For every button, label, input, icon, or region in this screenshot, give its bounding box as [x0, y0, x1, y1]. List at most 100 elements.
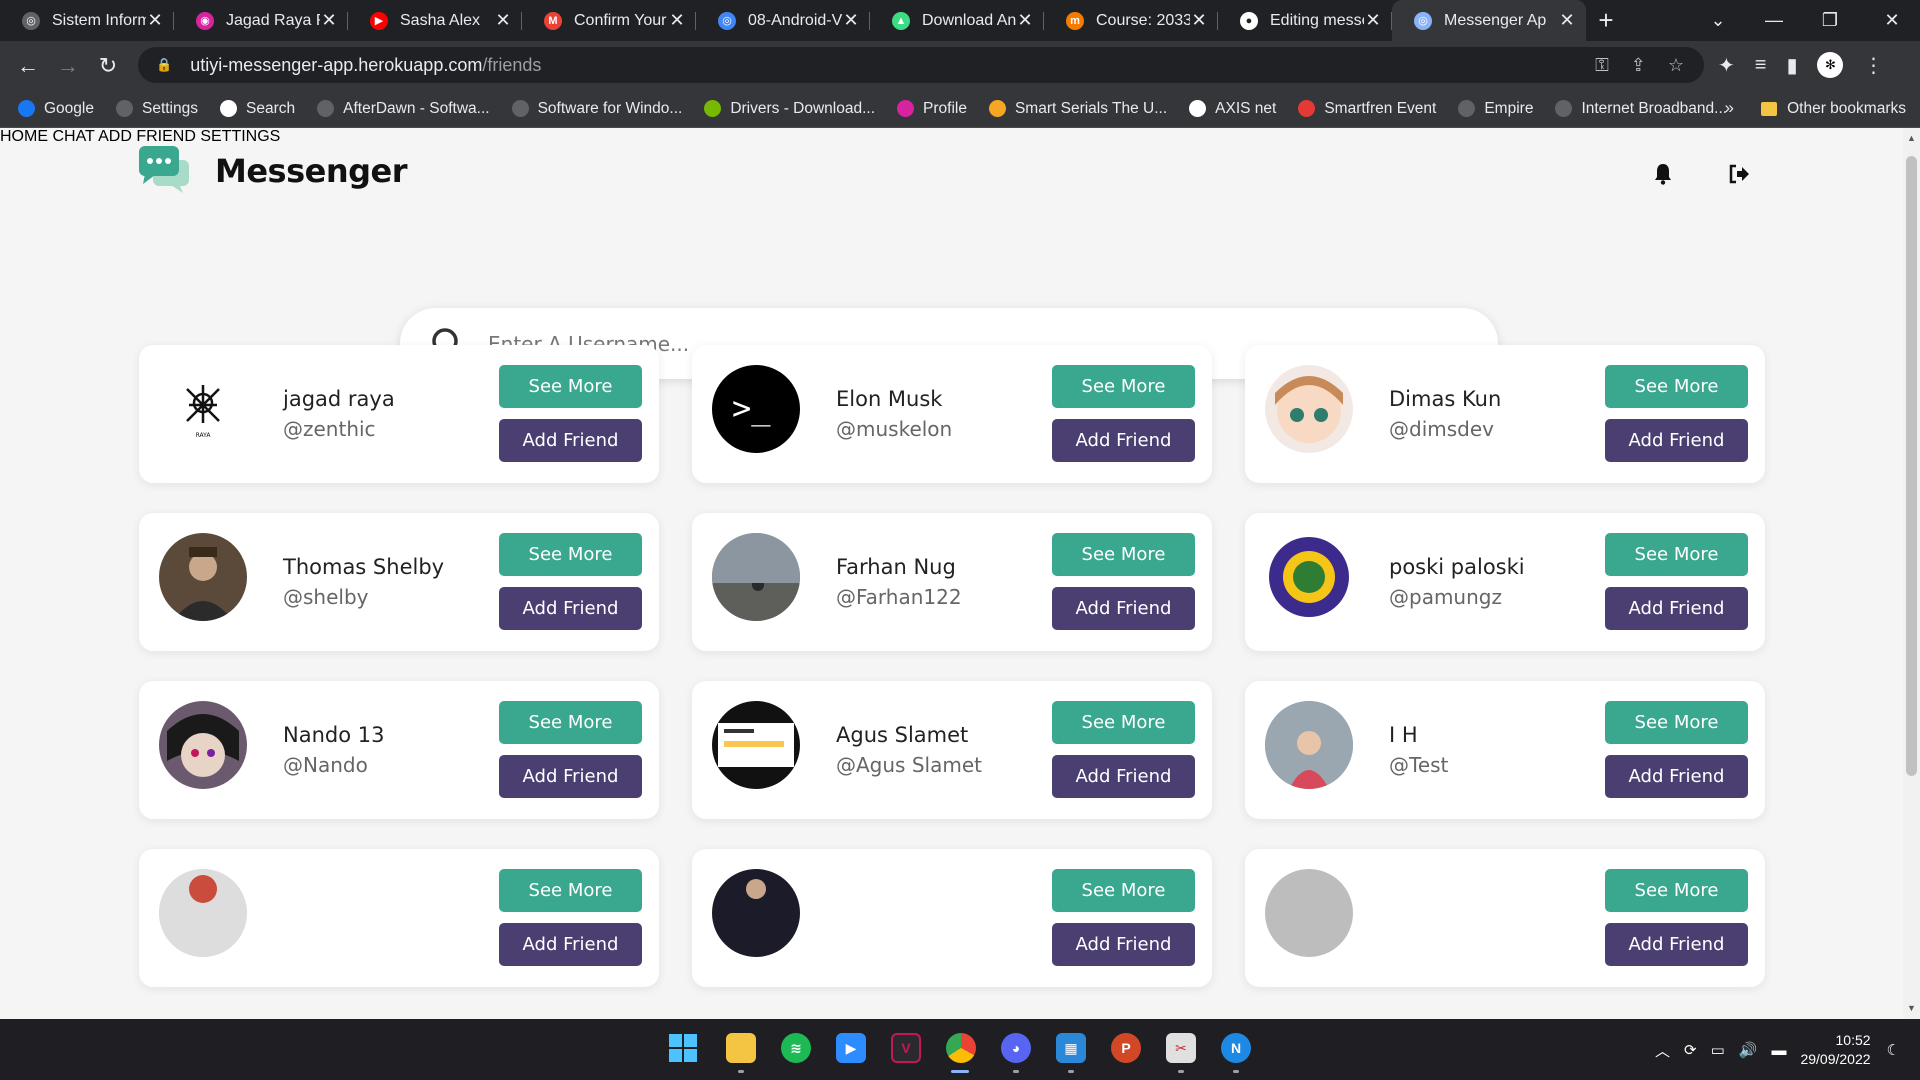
- add-friend-button[interactable]: Add Friend: [1052, 587, 1195, 630]
- bookmark-item[interactable]: Empire: [1458, 100, 1533, 118]
- windows-start-icon[interactable]: [668, 1033, 698, 1063]
- profile-avatar[interactable]: ✻: [1817, 52, 1844, 78]
- other-bookmarks[interactable]: Other bookmarks: [1761, 90, 1906, 128]
- tab-close-icon[interactable]: ✕: [1190, 10, 1208, 31]
- see-more-button[interactable]: See More: [1605, 701, 1748, 744]
- add-friend-button[interactable]: Add Friend: [499, 755, 642, 798]
- clock[interactable]: 10:52 29/09/2022: [1800, 1031, 1870, 1069]
- add-friend-button[interactable]: Add Friend: [1605, 923, 1748, 966]
- forward-icon[interactable]: →: [48, 53, 88, 79]
- close-window-icon[interactable]: ✕: [1864, 0, 1920, 41]
- snipping-tool-icon[interactable]: ✂: [1166, 1033, 1196, 1063]
- restore-icon[interactable]: ❐: [1802, 0, 1858, 41]
- scroll-down-icon[interactable]: ▼: [1903, 1000, 1920, 1017]
- control-panel-icon[interactable]: ▦: [1056, 1033, 1086, 1063]
- zoom-icon[interactable]: ▶: [836, 1033, 866, 1063]
- bell-icon[interactable]: [1654, 163, 1672, 185]
- brand-name[interactable]: Messenger: [215, 152, 408, 190]
- lock-icon[interactable]: 🔒: [156, 57, 172, 73]
- chevron-up-icon[interactable]: ︿: [1655, 1040, 1670, 1061]
- scroll-up-icon[interactable]: ▲: [1903, 130, 1920, 147]
- bookmark-item[interactable]: Drivers - Download...: [704, 100, 875, 118]
- app-icon[interactable]: V: [891, 1033, 921, 1063]
- notifications-icon[interactable]: ☾: [1887, 1041, 1900, 1059]
- spotify-icon[interactable]: ≋: [781, 1033, 811, 1063]
- see-more-button[interactable]: See More: [1605, 869, 1748, 912]
- browser-tab[interactable]: ◎ Sistem Informa✕: [0, 0, 174, 41]
- bookmark-item[interactable]: Google: [18, 100, 94, 118]
- see-more-button[interactable]: See More: [499, 869, 642, 912]
- discord-icon[interactable]: ◕: [1001, 1033, 1031, 1063]
- app-icon-n[interactable]: N: [1221, 1033, 1251, 1063]
- powerpoint-icon[interactable]: P: [1111, 1033, 1141, 1063]
- see-more-button[interactable]: See More: [1052, 701, 1195, 744]
- bookmark-item[interactable]: Smartfren Event: [1298, 100, 1436, 118]
- side-panel-icon[interactable]: ▮: [1786, 53, 1797, 78]
- add-friend-button[interactable]: Add Friend: [1605, 419, 1748, 462]
- see-more-button[interactable]: See More: [1052, 869, 1195, 912]
- browser-tab[interactable]: ● Editing messe ✕: [1218, 0, 1392, 41]
- menu-icon[interactable]: ⋮: [1863, 53, 1883, 78]
- logout-icon[interactable]: [1728, 164, 1750, 184]
- bookmark-item[interactable]: Software for Windo...: [511, 100, 682, 118]
- extensions-icon[interactable]: ✦: [1718, 53, 1735, 78]
- key-icon[interactable]: ⚿: [1595, 55, 1609, 76]
- add-friend-button[interactable]: Add Friend: [1052, 755, 1195, 798]
- browser-tab[interactable]: m Course: 20330✕: [1044, 0, 1218, 41]
- network-icon[interactable]: ▭: [1711, 1041, 1725, 1059]
- see-more-button[interactable]: See More: [1052, 365, 1195, 408]
- address-bar[interactable]: 🔒 utiyi-messenger-app.herokuapp.com/frie…: [138, 47, 1704, 83]
- tab-close-icon[interactable]: ✕: [494, 10, 512, 31]
- bookmark-item[interactable]: Smart Serials The U...: [988, 100, 1167, 118]
- battery-icon[interactable]: ▬: [1771, 1042, 1786, 1059]
- browser-tab[interactable]: ◎ 08-Android-V ✕: [696, 0, 870, 41]
- page-scrollbar[interactable]: ▲ ▼: [1903, 128, 1920, 1019]
- bookmark-item[interactable]: Profile: [897, 100, 967, 118]
- tab-close-icon[interactable]: ✕: [146, 10, 164, 31]
- browser-tab[interactable]: ▶ Sasha Alex ✕: [348, 0, 522, 41]
- nav-chat[interactable]: CHAT: [52, 128, 94, 145]
- tab-close-icon[interactable]: ✕: [668, 10, 686, 31]
- bookmark-item[interactable]: AXIS net: [1189, 100, 1276, 118]
- file-explorer-icon[interactable]: [726, 1033, 756, 1063]
- nav-settings[interactable]: SETTINGS: [200, 128, 280, 145]
- bookmark-item[interactable]: AfterDawn - Softwa...: [317, 100, 490, 118]
- share-icon[interactable]: ⇪: [1631, 55, 1646, 76]
- reload-icon[interactable]: ↻: [88, 53, 128, 79]
- nav-add-friend[interactable]: ADD FRIEND: [98, 128, 196, 145]
- add-friend-button[interactable]: Add Friend: [499, 419, 642, 462]
- add-friend-button[interactable]: Add Friend: [1605, 755, 1748, 798]
- browser-tab[interactable]: ◎ Messenger Ap ✕: [1392, 0, 1586, 41]
- scroll-thumb[interactable]: [1906, 156, 1917, 776]
- back-icon[interactable]: ←: [8, 53, 48, 79]
- browser-tab[interactable]: ◉ Jagad Raya R ✕: [174, 0, 348, 41]
- browser-tab[interactable]: M Confirm Your ✕: [522, 0, 696, 41]
- bookmark-item[interactable]: Settings: [115, 100, 198, 118]
- nav-home[interactable]: HOME: [0, 128, 48, 145]
- tab-close-icon[interactable]: ✕: [842, 10, 860, 31]
- tab-close-icon[interactable]: ✕: [1558, 10, 1576, 31]
- see-more-button[interactable]: See More: [499, 365, 642, 408]
- new-tab-icon[interactable]: +: [1586, 5, 1626, 36]
- see-more-button[interactable]: See More: [1605, 365, 1748, 408]
- tab-close-icon[interactable]: ✕: [320, 10, 338, 31]
- tab-close-icon[interactable]: ✕: [1016, 10, 1034, 31]
- see-more-button[interactable]: See More: [499, 533, 642, 576]
- bookmark-item[interactable]: Search: [220, 100, 295, 118]
- add-friend-button[interactable]: Add Friend: [1605, 587, 1748, 630]
- more-bookmarks-icon[interactable]: »: [1725, 98, 1734, 118]
- bookmark-item[interactable]: Internet Broadband...: [1555, 100, 1727, 118]
- sync-icon[interactable]: ⟳: [1684, 1041, 1697, 1059]
- tab-search-icon[interactable]: ⌄: [1690, 0, 1746, 41]
- add-friend-button[interactable]: Add Friend: [499, 923, 642, 966]
- minimize-icon[interactable]: —: [1746, 0, 1802, 41]
- volume-icon[interactable]: 🔊: [1739, 1041, 1758, 1059]
- see-more-button[interactable]: See More: [1052, 533, 1195, 576]
- add-friend-button[interactable]: Add Friend: [1052, 419, 1195, 462]
- see-more-button[interactable]: See More: [499, 701, 642, 744]
- add-friend-button[interactable]: Add Friend: [1052, 923, 1195, 966]
- see-more-button[interactable]: See More: [1605, 533, 1748, 576]
- browser-tab[interactable]: ▲ Download And ✕: [870, 0, 1044, 41]
- add-friend-button[interactable]: Add Friend: [499, 587, 642, 630]
- tab-close-icon[interactable]: ✕: [1364, 10, 1382, 31]
